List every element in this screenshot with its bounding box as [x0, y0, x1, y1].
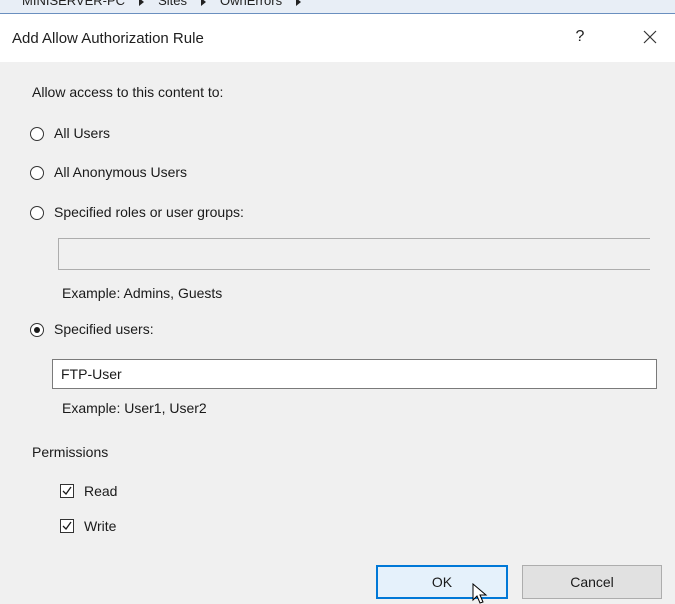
ok-button[interactable]: OK [376, 565, 508, 599]
checkbox-read[interactable] [60, 484, 74, 498]
breadcrumb-item: MINISERVER-PC [22, 0, 126, 8]
roles-example-text: Example: Admins, Guests [62, 285, 223, 301]
help-button[interactable]: ? [566, 24, 594, 50]
radio-specified-users-label[interactable]: Specified users: [54, 321, 154, 337]
dialog-title: Add Allow Authorization Rule [12, 30, 204, 47]
radio-specified-users[interactable] [30, 323, 44, 337]
checkbox-write-label[interactable]: Write [84, 518, 116, 534]
users-input[interactable]: FTP-User [52, 359, 657, 389]
breadcrumb-item: Sites [158, 0, 187, 8]
chevron-right-icon [296, 0, 302, 6]
checkbox-read-label[interactable]: Read [84, 483, 117, 499]
roles-input[interactable] [58, 238, 650, 270]
radio-all-users[interactable] [30, 127, 44, 141]
checkmark-icon [62, 521, 72, 531]
radio-anonymous-users[interactable] [30, 166, 44, 180]
mouse-pointer-icon [472, 583, 488, 604]
breadcrumb: MINISERVER-PC Sites OwnErrors [22, 0, 315, 8]
close-button[interactable] [636, 24, 664, 50]
access-intro-label: Allow access to this content to: [32, 84, 224, 100]
checkmark-icon [62, 486, 72, 496]
background-breadcrumb-bar: MINISERVER-PC Sites OwnErrors [0, 0, 675, 14]
chevron-right-icon [200, 0, 206, 6]
breadcrumb-item: OwnErrors [219, 0, 283, 8]
permissions-heading: Permissions [32, 444, 109, 460]
radio-anonymous-users-label[interactable]: All Anonymous Users [54, 164, 187, 180]
radio-specified-roles[interactable] [30, 206, 44, 220]
chevron-right-icon [139, 0, 145, 6]
radio-all-users-label[interactable]: All Users [54, 125, 110, 141]
radio-specified-roles-label[interactable]: Specified roles or user groups: [54, 204, 244, 220]
checkbox-write[interactable] [60, 519, 74, 533]
users-example-text: Example: User1, User2 [62, 400, 207, 416]
close-icon [643, 30, 657, 44]
cancel-button[interactable]: Cancel [522, 565, 662, 599]
